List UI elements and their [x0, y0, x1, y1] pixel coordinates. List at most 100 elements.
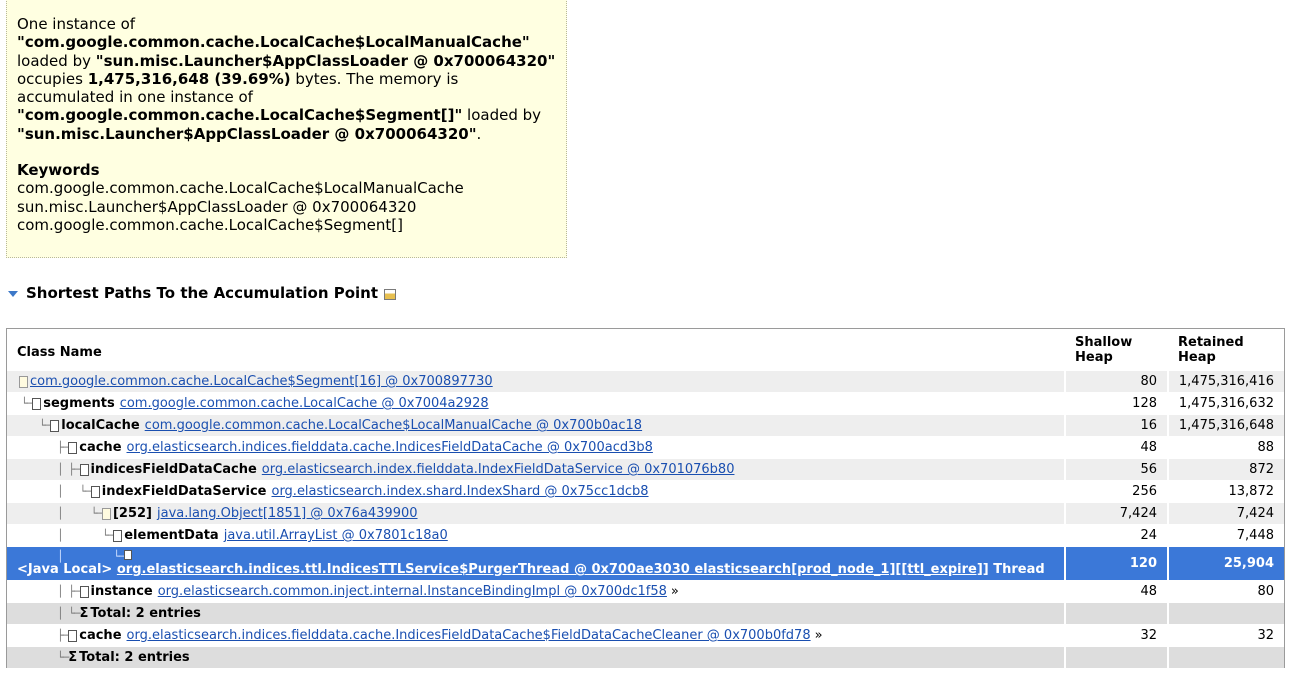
object-icon — [113, 529, 123, 542]
table-row[interactable]: │ ├─ indicesFieldDataCache org.elasticsear… — [7, 458, 1284, 481]
shallow-heap-value: 32 — [1064, 624, 1168, 647]
more-arrow-icon[interactable]: » — [815, 628, 823, 643]
tree-connector: ├─ — [57, 629, 69, 642]
object-icon — [68, 441, 78, 454]
retained-heap-value: 25,904 — [1167, 546, 1284, 581]
object-link[interactable]: org.elasticsearch.indices.fielddata.cach… — [127, 440, 653, 455]
shallow-heap-value: 56 — [1064, 458, 1168, 481]
class-loader-1: "sun.misc.Launcher$AppClassLoader @ 0x70… — [95, 51, 556, 70]
column-header-class-name[interactable]: Class Name — [7, 329, 1065, 371]
table-row[interactable]: └─ localCache com.google.common.cache.Loca… — [7, 414, 1284, 437]
table-row[interactable]: └─ segments com.google.common.cache.LocalC… — [7, 392, 1284, 415]
retained-heap-value: 88 — [1167, 436, 1284, 459]
section-title: Shortest Paths To the Accumulation Point — [26, 284, 379, 302]
field-name: localCache — [61, 418, 140, 433]
keywords-title: Keywords — [17, 161, 100, 180]
tree-connector: │ └─ — [57, 607, 80, 620]
section-header[interactable]: Shortest Paths To the Accumulation Point — [8, 284, 397, 302]
paths-table: Class Name Shallow Heap Retained Heap co… — [6, 328, 1285, 669]
retained-heap-value: 1,475,316,416 — [1167, 371, 1284, 393]
tree-connector: │ └─ — [57, 507, 103, 520]
tree-connector: ├─ — [57, 441, 69, 454]
tree-connector: └─ — [21, 397, 33, 410]
retained-heap-value: 1,475,316,632 — [1167, 392, 1284, 415]
shallow-heap-value: 256 — [1064, 480, 1168, 503]
tree-connector: └─ — [39, 419, 51, 432]
object-icon — [90, 485, 100, 498]
field-name: [252] — [112, 506, 153, 521]
tree-connector: │ └─ — [57, 529, 114, 542]
object-link[interactable]: com.google.common.cache.LocalCache @ 0x7… — [120, 396, 489, 411]
java-local-label: <Java Local> — [17, 562, 113, 577]
retained-heap-value: 7,448 — [1167, 524, 1284, 547]
shallow-heap-value: 48 — [1064, 436, 1168, 459]
object-icon — [32, 397, 42, 410]
table-row[interactable]: │ └─ [252] java.lang.Object[1851] @ 0x76a4… — [7, 502, 1284, 525]
class-name-1: "com.google.common.cache.LocalCache$Loca… — [17, 33, 530, 52]
object-icon — [68, 629, 78, 642]
column-header-retained-heap[interactable]: Retained Heap — [1168, 329, 1284, 371]
tree-connector: │ ├─ — [57, 463, 80, 476]
object-link[interactable]: org.elasticsearch.common.inject.internal… — [158, 584, 667, 599]
table-row-selected[interactable]: │ └─ <Java Local> org.elasticsearch.indi… — [7, 546, 1284, 581]
shallow-heap-value: 128 — [1064, 392, 1168, 415]
open-in-editor-icon[interactable] — [384, 289, 397, 300]
table-row[interactable]: ├─ cache org.elasticsearch.indices.fieldda… — [7, 624, 1284, 647]
field-name: cache — [79, 440, 122, 455]
shallow-heap-value: 48 — [1064, 580, 1168, 603]
shallow-heap-value: 24 — [1064, 524, 1168, 547]
column-header-shallow-heap[interactable]: Shallow Heap — [1065, 329, 1168, 371]
object-link[interactable]: java.util.ArrayList @ 0x7801c18a0 — [224, 528, 448, 543]
bytes-value: 1,475,316,648 (39.69%) — [87, 69, 291, 88]
object-icon — [79, 585, 89, 598]
field-name: instance — [90, 584, 153, 599]
total-label: Total: 2 entries — [90, 606, 201, 621]
keyword-item: com.google.common.cache.LocalCache$Local… — [17, 179, 464, 198]
tree-connector: └─ — [57, 651, 69, 664]
class-name-2: "com.google.common.cache.LocalCache$Segm… — [17, 106, 463, 125]
shallow-heap-value: 16 — [1064, 414, 1168, 437]
object-icon — [50, 419, 60, 432]
object-link[interactable]: org.elasticsearch.indices.fielddata.cach… — [127, 628, 811, 643]
retained-heap-value: 32 — [1167, 624, 1284, 647]
retained-heap-value: 13,872 — [1167, 480, 1284, 503]
retained-heap-value: 7,424 — [1167, 502, 1284, 525]
shallow-heap-value: 120 — [1064, 546, 1168, 581]
object-link[interactable]: com.google.common.cache.LocalCache$Segme… — [30, 374, 493, 389]
table-row[interactable]: │ └─ indexFieldDataService org.elasticsear… — [7, 480, 1284, 503]
retained-heap-value: 80 — [1167, 580, 1284, 603]
thread-label: Thread — [993, 562, 1045, 577]
array-icon — [19, 375, 28, 388]
problem-description-box: One instance of "com.google.common.cache… — [6, 0, 567, 258]
field-name: indexFieldDataService — [101, 484, 267, 499]
keyword-item: sun.misc.Launcher$AppClassLoader @ 0x700… — [17, 197, 417, 216]
object-link[interactable]: org.elasticsearch.indices.ttl.IndicesTTL… — [117, 562, 989, 577]
class-loader-2: "sun.misc.Launcher$AppClassLoader @ 0x70… — [17, 124, 477, 143]
table-row[interactable]: ├─ cache org.elasticsearch.indices.fieldda… — [7, 436, 1284, 459]
object-link[interactable]: org.elasticsearch.index.shard.IndexShard… — [271, 484, 648, 499]
object-link[interactable]: com.google.common.cache.LocalCache$Local… — [145, 418, 642, 433]
table-row[interactable]: com.google.common.cache.LocalCache$Segme… — [7, 371, 1284, 393]
table-row-total[interactable]: │ └─ Σ Total: 2 entries — [7, 602, 1284, 625]
collapse-triangle-icon[interactable] — [8, 291, 18, 297]
table-row[interactable]: │ └─ elementData java.util.ArrayList @ 0x7… — [7, 524, 1284, 547]
tree-connector: │ ├─ — [57, 585, 80, 598]
retained-heap-value: 872 — [1167, 458, 1284, 481]
description-text: One instance of "com.google.common.cache… — [17, 15, 556, 143]
field-name: cache — [79, 628, 122, 643]
table-row-total[interactable]: └─ Σ Total: 2 entries — [7, 646, 1284, 669]
total-label: Total: 2 entries — [79, 650, 190, 665]
table-row[interactable]: │ ├─ instance org.elasticsearch.common.inj… — [7, 580, 1284, 603]
field-name: segments — [43, 396, 115, 411]
shallow-heap-value: 80 — [1064, 371, 1168, 393]
thread-icon — [124, 550, 133, 560]
retained-heap-value: 1,475,316,648 — [1167, 414, 1284, 437]
field-name: elementData — [124, 528, 219, 543]
array-icon — [101, 507, 111, 520]
tree-connector: │ └─ — [57, 485, 92, 498]
more-arrow-icon[interactable]: » — [671, 584, 679, 599]
object-link[interactable]: org.elasticsearch.index.fielddata.IndexF… — [262, 462, 735, 477]
field-name: indicesFieldDataCache — [90, 462, 257, 477]
keyword-item: com.google.common.cache.LocalCache$Segme… — [17, 215, 403, 234]
object-link[interactable]: java.lang.Object[1851] @ 0x76a439900 — [157, 506, 418, 521]
